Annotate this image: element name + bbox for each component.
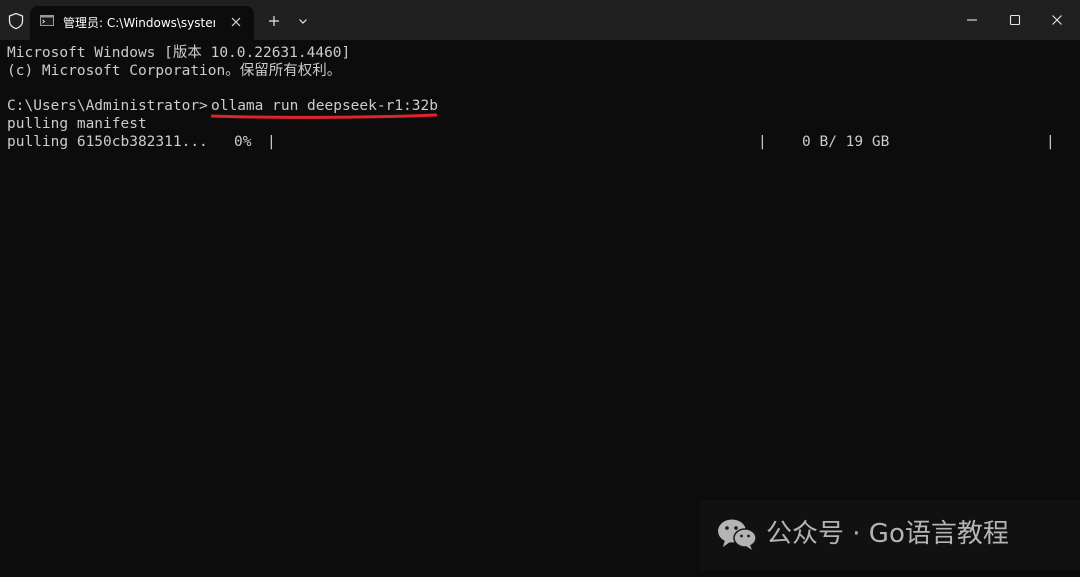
tab-title: 管理员: C:\Windows\system32 — [63, 16, 215, 30]
wechat-icon — [718, 519, 757, 550]
terminal-line-version: Microsoft Windows [版本 10.0.22631.4460] — [7, 45, 351, 61]
terminal-line-copyright: (c) Microsoft Corporation。保留所有权利。 — [7, 63, 342, 79]
minimize-icon[interactable] — [964, 12, 980, 28]
maximize-icon[interactable] — [1007, 12, 1023, 28]
progress-size: 0 B/ 19 GB — [802, 134, 890, 150]
command-prompt: C:\Users\Administrator> — [7, 98, 208, 114]
terminal-line-progress: pulling 6150cb382311... 0% | | 0 B/ 19 G… — [7, 133, 1055, 277]
terminal-line-manifest: pulling manifest — [7, 116, 147, 132]
tab-administrator-cmd[interactable]: 管理员: C:\Windows\system32 — [30, 6, 254, 40]
title-bar: 管理员: C:\Windows\system32 — [0, 0, 1080, 40]
progress-percent: 0% — [234, 134, 252, 150]
red-underline-annotation — [211, 113, 437, 119]
plus-icon[interactable] — [266, 13, 282, 29]
watermark-text: 公众号 · Go语言教程 — [766, 519, 1009, 549]
close-icon[interactable] — [229, 15, 243, 29]
progress-bar-right: | — [758, 134, 767, 150]
chevron-down-icon[interactable] — [297, 15, 309, 27]
terminal-icon — [40, 15, 54, 26]
progress-prefix: pulling 6150cb382311... — [7, 134, 208, 150]
progress-end-marker: | — [1046, 134, 1055, 150]
close-icon[interactable] — [1049, 12, 1065, 28]
terminal-window: 管理员: C:\Windows\system32 Microsoft Windo… — [0, 0, 1080, 577]
shield-icon[interactable] — [7, 12, 25, 30]
progress-bar-left: | — [267, 134, 276, 150]
